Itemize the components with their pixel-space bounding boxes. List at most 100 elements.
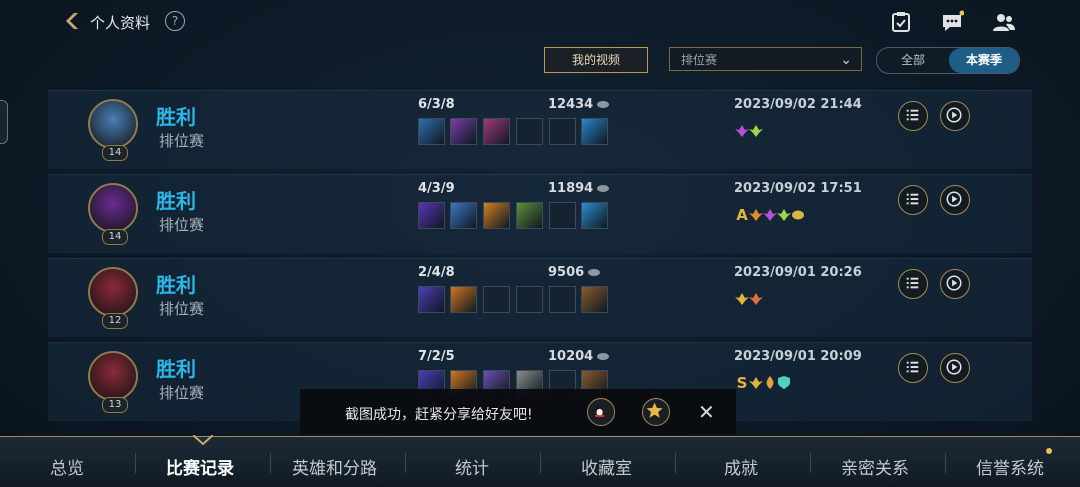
gold-value: 12434 (548, 97, 610, 112)
tab-honor-system[interactable]: 信誉系统 (976, 454, 1044, 479)
kda-value: 6/3/8 (418, 97, 455, 112)
match-mode: 排位赛 (159, 300, 205, 318)
season-toggle[interactable]: 全部 本赛季 (876, 47, 1020, 74)
play-icon (946, 191, 962, 207)
match-row[interactable]: 14 胜利 排位赛 4/3/9 11894 2023/09/02 17:51 A (48, 174, 1032, 253)
item-slot[interactable] (516, 118, 543, 145)
match-mode: 排位赛 (159, 384, 205, 402)
tab-achievements[interactable]: 成就 (724, 454, 758, 479)
champion-level-badge: 13 (102, 397, 128, 413)
list-icon (906, 109, 919, 121)
kda-value: 7/2/5 (418, 349, 455, 364)
help-icon[interactable]: ? (165, 11, 185, 31)
champion-avatar (88, 351, 138, 401)
tab-divider (270, 453, 271, 473)
gold-value: 10204 (548, 349, 610, 364)
item-slot[interactable] (418, 202, 445, 229)
friends-icon[interactable] (992, 10, 1016, 34)
achievement-badge-icon (749, 293, 763, 305)
top-bar: 个人资料 ? (0, 0, 1080, 44)
queue-select[interactable]: 排位赛 ⌄ (669, 47, 862, 71)
match-replay-button[interactable] (940, 101, 970, 131)
checklist-icon[interactable] (889, 10, 913, 34)
chat-icon[interactable] (940, 10, 964, 34)
match-replay-button[interactable] (940, 269, 970, 299)
achievement-badge-icon (749, 125, 763, 137)
tab-divider (810, 453, 811, 473)
item-slot[interactable] (483, 286, 510, 313)
item-slot[interactable] (516, 286, 543, 313)
tab-relationships[interactable]: 亲密关系 (841, 454, 909, 479)
item-slot[interactable] (581, 118, 608, 145)
season-current-option[interactable]: 本赛季 (949, 48, 1019, 73)
match-details-button[interactable] (898, 353, 928, 383)
play-icon (946, 359, 962, 375)
item-slot[interactable] (516, 202, 543, 229)
item-slot[interactable] (549, 286, 576, 313)
list-icon (906, 361, 919, 373)
gold-amount: 10204 (548, 349, 594, 364)
match-row[interactable]: 14 胜利 排位赛 6/3/8 12434 2023/09/02 21:44 (48, 90, 1032, 169)
list-icon (906, 193, 919, 205)
list-icon (906, 277, 919, 289)
match-datetime: 2023/09/02 17:51 (734, 181, 862, 196)
item-slot[interactable] (581, 286, 608, 313)
tab-overview[interactable]: 总览 (50, 454, 84, 479)
svg-text:S: S (737, 374, 748, 390)
match-details-button[interactable] (898, 269, 928, 299)
match-details-button[interactable] (898, 185, 928, 215)
tab-divider (405, 453, 406, 473)
match-result: 胜利 (156, 273, 196, 297)
season-all-option[interactable]: 全部 (877, 48, 949, 73)
item-slot[interactable] (418, 118, 445, 145)
gold-icon (597, 185, 610, 192)
match-result: 胜利 (156, 105, 196, 129)
achievement-badge-icon (792, 210, 804, 220)
champion-level-badge: 12 (102, 313, 128, 329)
item-slot[interactable] (483, 118, 510, 145)
tab-divider (675, 453, 676, 473)
kda-value: 4/3/9 (418, 181, 455, 196)
active-tab-indicator-icon (193, 435, 213, 445)
item-slot[interactable] (483, 202, 510, 229)
back-arrow-icon[interactable] (60, 10, 82, 32)
match-details-button[interactable] (898, 101, 928, 131)
item-slot[interactable] (549, 202, 576, 229)
kda-value: 2/4/8 (418, 265, 455, 280)
qq-share-icon[interactable] (587, 398, 615, 426)
gold-amount: 11894 (548, 181, 594, 196)
tab-champions-roles[interactable]: 英雄和分路 (292, 454, 377, 479)
champion-avatar (88, 99, 138, 149)
item-slot[interactable] (549, 118, 576, 145)
item-slot[interactable] (450, 118, 477, 145)
tab-stats[interactable]: 统计 (455, 454, 489, 479)
close-icon[interactable]: ✕ (698, 400, 715, 424)
screenshot-toast: 截图成功，赶紧分享给好友吧! ✕ (300, 389, 736, 435)
chevron-down-icon: ⌄ (840, 52, 852, 68)
bottom-nav: 总览 比赛记录 英雄和分路 统计 收藏室 成就 亲密关系 信誉系统 (0, 435, 1080, 487)
champion-level-badge: 14 (102, 145, 128, 161)
match-replay-button[interactable] (940, 353, 970, 383)
champion-avatar (88, 267, 138, 317)
gold-icon (597, 353, 610, 360)
page-title: 个人资料 (90, 14, 151, 32)
match-result: 胜利 (156, 189, 196, 213)
match-mode: 排位赛 (159, 216, 205, 234)
tab-divider (945, 453, 946, 473)
queue-select-value: 排位赛 (681, 53, 718, 67)
tab-match-history[interactable]: 比赛记录 (166, 454, 234, 479)
my-video-button[interactable]: 我的视频 (544, 47, 648, 73)
svg-text:A: A (736, 206, 748, 222)
item-slot[interactable] (581, 202, 608, 229)
side-drawer-handle[interactable] (0, 100, 8, 144)
play-icon (946, 107, 962, 123)
favorite-star-icon[interactable] (642, 398, 670, 426)
tab-collection[interactable]: 收藏室 (581, 454, 632, 479)
item-slot[interactable] (450, 202, 477, 229)
match-replay-button[interactable] (940, 185, 970, 215)
match-row[interactable]: 12 胜利 排位赛 2/4/8 9506 2023/09/01 20:26 (48, 258, 1032, 337)
item-slot[interactable] (418, 286, 445, 313)
toast-message: 截图成功，赶紧分享给好友吧! (345, 407, 533, 423)
item-slot[interactable] (450, 286, 477, 313)
gold-amount: 12434 (548, 97, 594, 112)
